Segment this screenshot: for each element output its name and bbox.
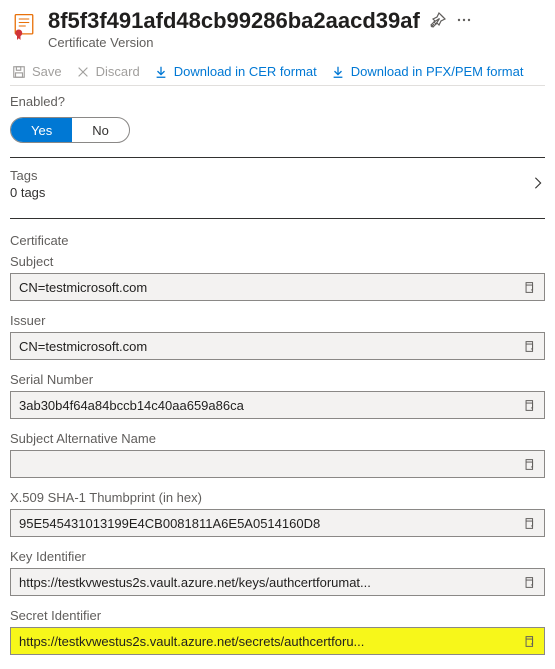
enabled-toggle[interactable]: Yes No: [10, 117, 130, 143]
thumb-value: 95E545431013199E4CB0081811A6E5A0514160D8: [19, 516, 518, 531]
certificate-icon: [10, 12, 38, 40]
tags-count: 0 tags: [10, 185, 45, 200]
divider: [10, 218, 545, 219]
subject-field: CN=testmicrosoft.com: [10, 273, 545, 301]
download-pfx-button[interactable]: Download in PFX/PEM format: [331, 64, 524, 79]
pin-icon[interactable]: [430, 12, 446, 31]
secretid-value: https://testkvwestus2s.vault.azure.net/s…: [19, 634, 518, 649]
toggle-no[interactable]: No: [72, 118, 129, 142]
serial-field: 3ab30b4f64a84bccb14c40aa659a86ca: [10, 391, 545, 419]
thumb-field: 95E545431013199E4CB0081811A6E5A0514160D8: [10, 509, 545, 537]
thumb-label: X.509 SHA-1 Thumbprint (in hex): [10, 490, 545, 505]
issuer-field: CN=testmicrosoft.com: [10, 332, 545, 360]
copy-icon[interactable]: [518, 513, 538, 533]
copy-icon[interactable]: [518, 454, 538, 474]
serial-label: Serial Number: [10, 372, 545, 387]
divider: [10, 157, 545, 158]
copy-icon[interactable]: [518, 572, 538, 592]
keyid-label: Key Identifier: [10, 549, 545, 564]
san-label: Subject Alternative Name: [10, 431, 545, 446]
enabled-label: Enabled?: [10, 94, 545, 109]
tags-row[interactable]: Tags 0 tags: [10, 164, 545, 204]
tags-label: Tags: [10, 168, 45, 183]
save-label: Save: [32, 64, 62, 79]
copy-icon[interactable]: [518, 395, 538, 415]
save-button[interactable]: Save: [12, 64, 62, 79]
issuer-value: CN=testmicrosoft.com: [19, 339, 518, 354]
download-cer-button[interactable]: Download in CER format: [154, 64, 317, 79]
copy-icon[interactable]: [518, 336, 538, 356]
download-pfx-label: Download in PFX/PEM format: [351, 64, 524, 79]
page-title: 8f5f3f491afd48cb99286ba2aacd39af: [48, 8, 420, 34]
discard-button[interactable]: Discard: [76, 64, 140, 79]
copy-icon[interactable]: [518, 631, 538, 651]
toggle-yes[interactable]: Yes: [11, 118, 72, 142]
secretid-field: https://testkvwestus2s.vault.azure.net/s…: [10, 627, 545, 655]
san-field: [10, 450, 545, 478]
more-icon[interactable]: [456, 12, 472, 31]
serial-value: 3ab30b4f64a84bccb14c40aa659a86ca: [19, 398, 518, 413]
discard-label: Discard: [96, 64, 140, 79]
keyid-field: https://testkvwestus2s.vault.azure.net/k…: [10, 568, 545, 596]
page-subtitle: Certificate Version: [48, 35, 545, 50]
certificate-section-label: Certificate: [10, 233, 545, 248]
secretid-label: Secret Identifier: [10, 608, 545, 623]
subject-value: CN=testmicrosoft.com: [19, 280, 518, 295]
chevron-right-icon: [531, 176, 545, 193]
subject-label: Subject: [10, 254, 545, 269]
download-cer-label: Download in CER format: [174, 64, 317, 79]
toolbar: Save Discard Download in CER format Down…: [10, 54, 545, 86]
keyid-value: https://testkvwestus2s.vault.azure.net/k…: [19, 575, 518, 590]
issuer-label: Issuer: [10, 313, 545, 328]
page-header: 8f5f3f491afd48cb99286ba2aacd39af Certifi…: [10, 0, 545, 54]
copy-icon[interactable]: [518, 277, 538, 297]
